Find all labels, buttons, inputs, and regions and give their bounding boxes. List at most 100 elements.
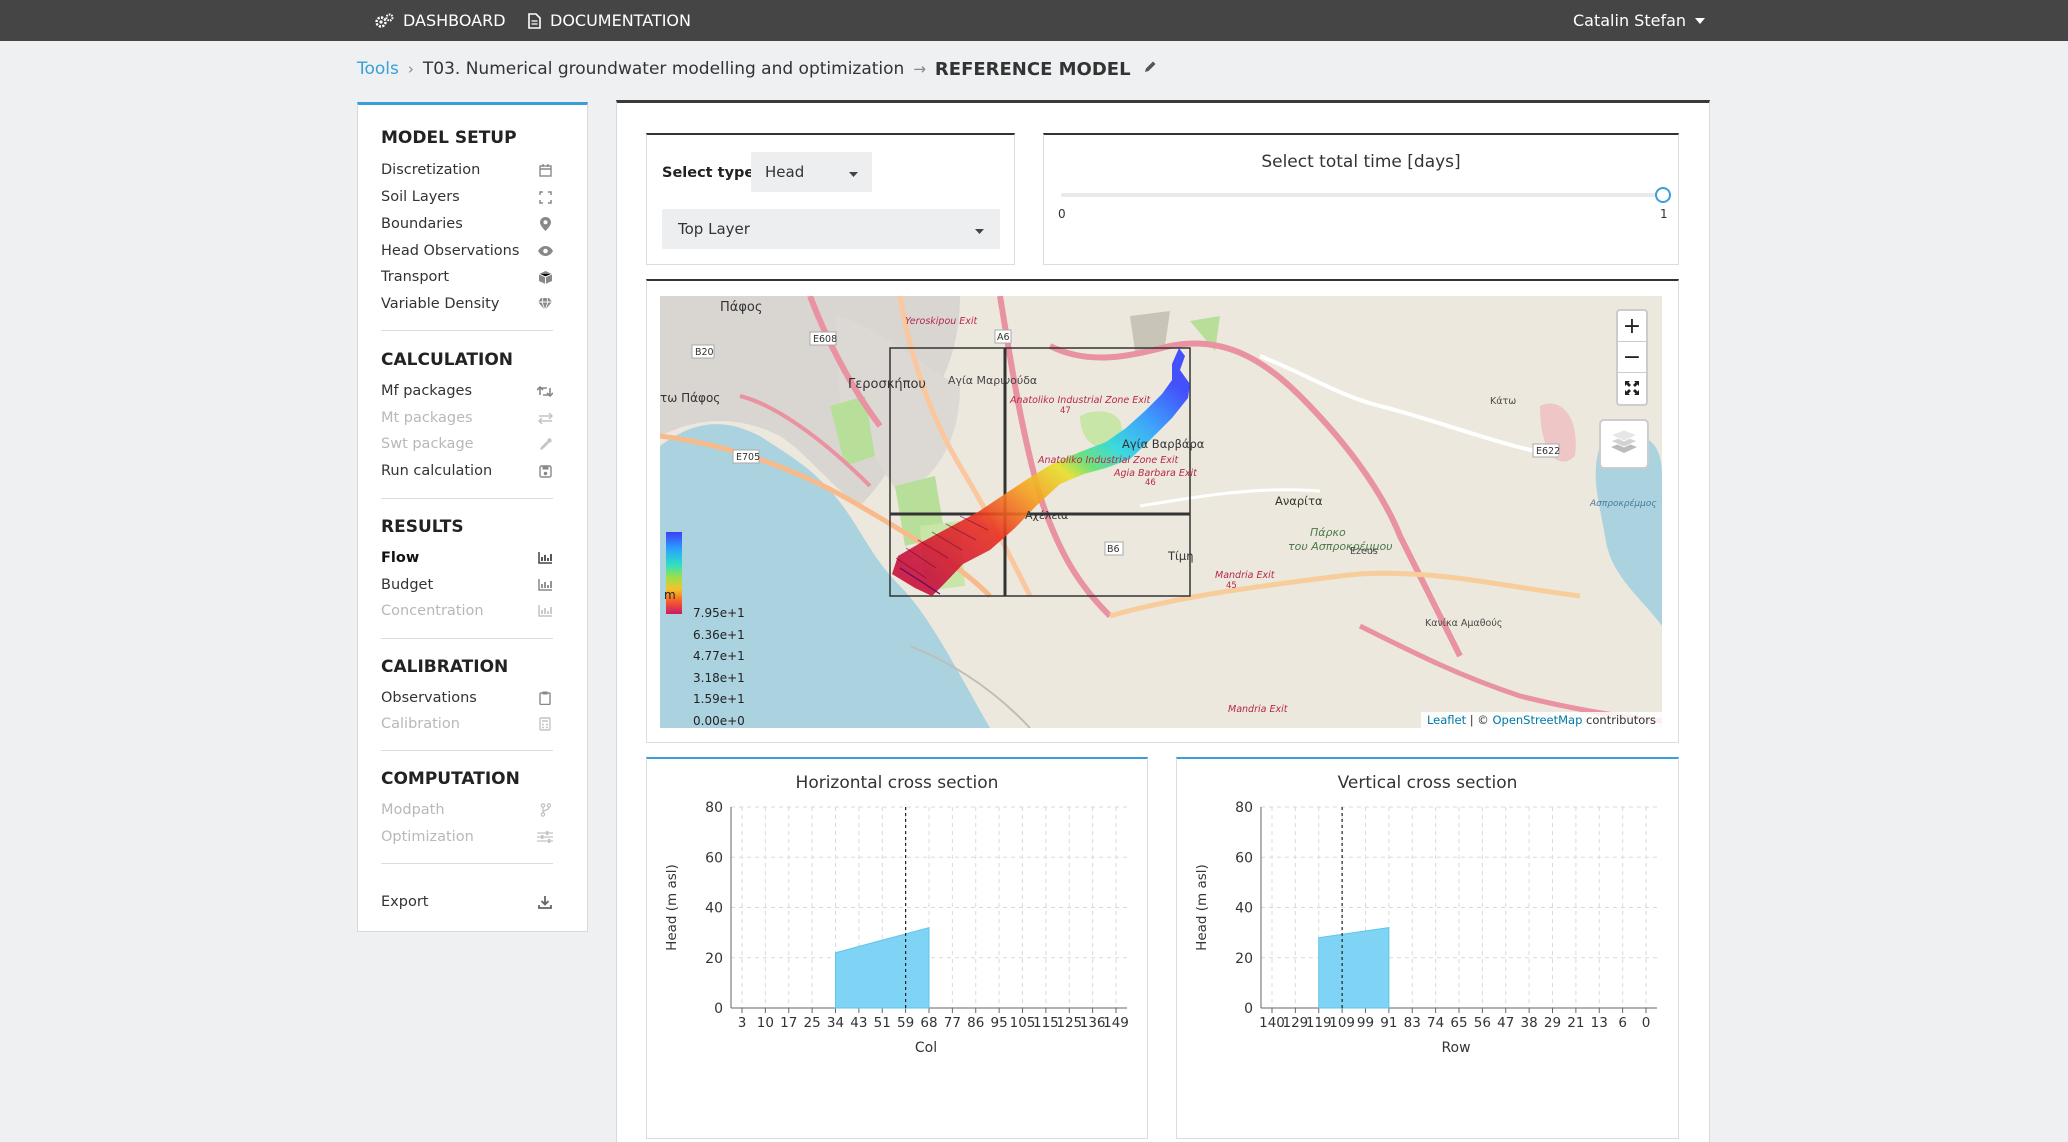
x-tick-label: 99 (1357, 1015, 1374, 1031)
x-tick-label: 13 (1591, 1015, 1608, 1031)
sidebar-item-budget[interactable]: Budget (381, 575, 553, 595)
sidebar-item-concentration[interactable]: Concentration (381, 601, 553, 621)
legend-value: 6.36e+1 (693, 627, 745, 642)
y-tick-label: 0 (714, 1001, 723, 1017)
pencil-icon[interactable] (1143, 59, 1157, 79)
user-menu[interactable]: Catalin Stefan (1573, 0, 1706, 41)
place-label: Ezeus (1350, 546, 1378, 557)
legend-value: 3.18e+1 (693, 670, 745, 685)
layer-dropdown[interactable]: Top Layer (662, 209, 1000, 249)
results-map[interactable]: Πάφος Γεροσκήπου Αγία Μαρινούδα Αγία Βαρ… (660, 296, 1662, 728)
sidebar: MODEL SETUP Discretization Soil Layers B… (357, 102, 588, 932)
place-label: Πάφος (720, 300, 763, 315)
sidebar-item-mt-packages[interactable]: Mt packages (381, 408, 553, 428)
eyedropper-icon (537, 436, 553, 452)
divider (381, 498, 553, 499)
x-tick-label: 0 (1642, 1015, 1651, 1031)
sidebar-item-observations[interactable]: Observations (381, 688, 553, 708)
sidebar-item-mf-packages[interactable]: Mf packages (381, 381, 553, 401)
sidebar-item-soil-layers[interactable]: Soil Layers (381, 187, 553, 207)
sidebar-item-flow[interactable]: Flow (381, 548, 553, 568)
x-tick-label: 10 (757, 1015, 774, 1031)
sidebar-item-transport[interactable]: Transport (381, 267, 553, 287)
map-tiles: Πάφος Γεροσκήπου Αγία Μαρινούδα Αγία Βαρ… (660, 296, 1662, 728)
legend-value: 1.59e+1 (693, 692, 745, 707)
x-tick-label: 149 (1103, 1015, 1129, 1031)
layers-icon (1609, 429, 1639, 458)
diamond-icon (537, 296, 553, 312)
sidebar-item-swt-package[interactable]: Swt package (381, 434, 553, 454)
place-label: Κάτω (1490, 396, 1516, 407)
attribution-separator: | © (1466, 713, 1493, 727)
divider (381, 863, 553, 864)
place-label: Mandria Exit (1215, 570, 1276, 581)
x-tick-label: 25 (804, 1015, 821, 1031)
x-tick-label: 29 (1544, 1015, 1561, 1031)
dashboard-nav-link[interactable]: DASHBOARD (374, 0, 506, 41)
place-label: Anatoliko Industrial Zone Exit (1009, 395, 1152, 406)
sidebar-item-label: Export (381, 894, 429, 910)
sidebar-item-variable-density[interactable]: Variable Density (381, 294, 553, 314)
x-tick-label: 51 (874, 1015, 891, 1031)
chart-title: Vertical cross section (1337, 773, 1518, 793)
svg-text:46: 46 (1145, 478, 1156, 488)
x-tick-label: 43 (850, 1015, 867, 1031)
x-tick-label: 47 (1497, 1015, 1514, 1031)
zoom-in-button[interactable]: + (1618, 311, 1646, 342)
results-heading: RESULTS (381, 517, 464, 537)
breadcrumb-tools-link[interactable]: Tools (357, 59, 399, 79)
sidebar-item-optimization[interactable]: Optimization (381, 827, 553, 847)
sidebar-item-export[interactable]: Export (381, 892, 553, 912)
exchange-icon (537, 410, 553, 426)
sidebar-item-discretization[interactable]: Discretization (381, 160, 553, 180)
sidebar-item-label: Transport (381, 269, 450, 285)
sidebar-item-boundaries[interactable]: Boundaries (381, 214, 553, 234)
head-legend: m 7.95e+1 6.36e+1 4.77e+1 3.18e+1 1.59e+… (664, 588, 745, 728)
time-slider-track[interactable] (1061, 193, 1663, 197)
breadcrumb-tool-link[interactable]: T03. Numerical groundwater modelling and… (423, 59, 904, 79)
sidebar-item-label: Optimization (381, 829, 474, 845)
zoom-out-button[interactable]: − (1618, 342, 1646, 373)
head-area (1318, 927, 1390, 1009)
sidebar-item-label: Discretization (381, 162, 481, 178)
sidebar-item-label: Swt package (381, 436, 474, 452)
y-tick-label: 20 (705, 951, 723, 967)
x-tick-label: 115 (1033, 1015, 1059, 1031)
y-tick-label: 60 (1235, 850, 1253, 866)
page-title: REFERENCE MODEL (934, 58, 1131, 80)
x-tick-label: 86 (967, 1015, 984, 1031)
time-slider-panel: Select total time [days] 0 1 (1043, 133, 1679, 265)
y-tick-label: 40 (705, 901, 723, 917)
eye-icon (537, 243, 553, 259)
fit-bounds-button[interactable] (1618, 373, 1646, 404)
sliders-icon (537, 829, 553, 845)
sidebar-item-modpath[interactable]: Modpath (381, 800, 553, 820)
sidebar-item-label: Variable Density (381, 296, 500, 312)
documentation-nav-link[interactable]: DOCUMENTATION (528, 0, 691, 41)
x-tick-label: 68 (920, 1015, 937, 1031)
calculator-icon (537, 716, 553, 732)
type-dropdown-value: Head (765, 163, 805, 181)
y-tick-label: 80 (705, 800, 723, 816)
time-slider-handle[interactable] (1655, 187, 1671, 203)
type-dropdown[interactable]: Head (751, 152, 872, 192)
arrow-right-icon: → (913, 60, 926, 78)
layer-dropdown-value: Top Layer (678, 220, 750, 238)
leaflet-link[interactable]: Leaflet (1427, 713, 1466, 727)
sidebar-item-label: Calibration (381, 716, 460, 732)
file-icon (528, 12, 541, 29)
osm-link[interactable]: OpenStreetMap (1492, 713, 1582, 727)
caret-down-icon (849, 163, 858, 181)
time-slider-max: 1 (1660, 207, 1668, 221)
place-label: Ασπροκρέμμος (1589, 498, 1657, 509)
sidebar-item-run-calculation[interactable]: Run calculation (381, 461, 553, 481)
calendar-icon (537, 162, 553, 178)
x-tick-label: 38 (1521, 1015, 1538, 1031)
sidebar-item-calibration[interactable]: Calibration (381, 714, 553, 734)
map-marker-icon (537, 216, 553, 232)
sidebar-item-label: Budget (381, 577, 434, 593)
sidebar-item-head-observations[interactable]: Head Observations (381, 241, 553, 261)
layers-button[interactable] (1599, 419, 1649, 469)
head-area (835, 926, 930, 1009)
x-tick-label: 21 (1567, 1015, 1584, 1031)
